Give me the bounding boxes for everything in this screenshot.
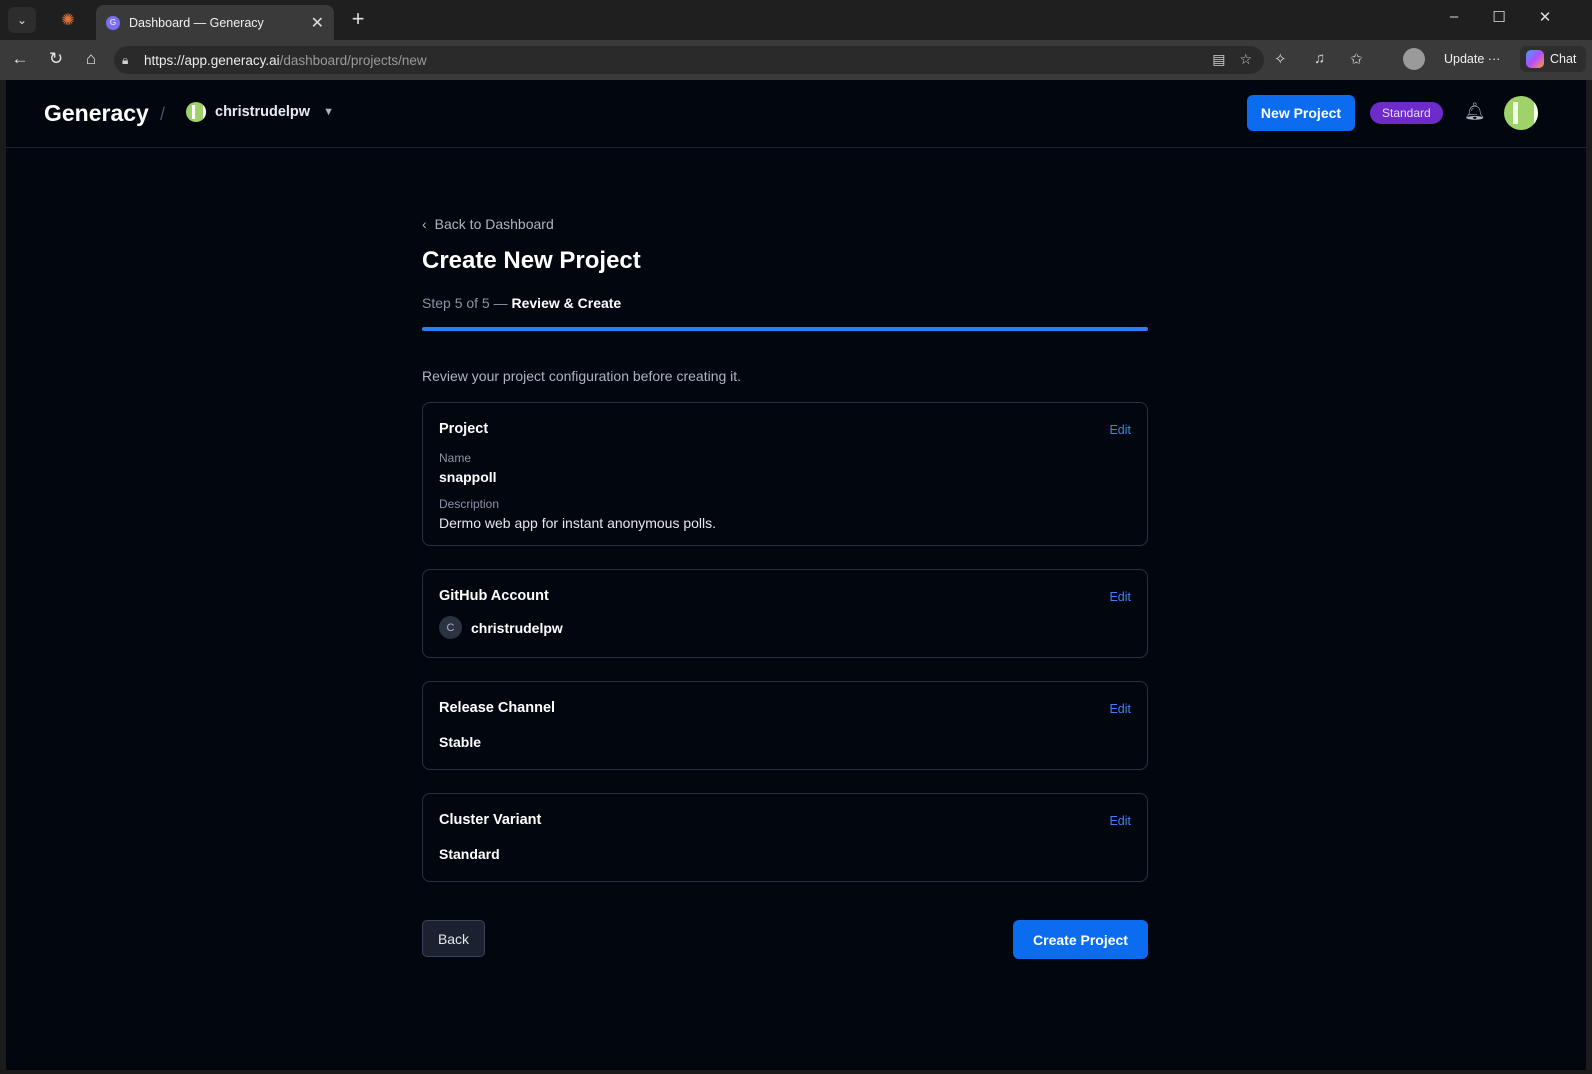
browser-update-button[interactable]: Update ··· xyxy=(1436,47,1508,71)
project-description-value: Dermo web app for instant anonymous poll… xyxy=(439,515,717,531)
form-actions: Back Create Project xyxy=(422,920,1148,960)
edit-release-channel-link[interactable]: Edit xyxy=(1109,702,1131,716)
notifications-bell-icon[interactable]: 🔔︎ xyxy=(1464,102,1486,122)
tab-list-chevron-icon[interactable]: ⌄ xyxy=(8,7,36,33)
release-channel-card: Release Channel Edit Stable xyxy=(422,681,1148,770)
window-close-icon[interactable]: ✕ xyxy=(1535,8,1555,26)
browser-tab-active[interactable]: G Dashboard — Generacy ✕ xyxy=(96,5,334,40)
browser-profile-avatar[interactable] xyxy=(1403,48,1425,70)
new-tab-plus-icon[interactable]: + xyxy=(346,8,370,32)
plan-badge: Standard xyxy=(1370,102,1443,124)
project-summary-card: Project Edit Name snappoll Description D… xyxy=(422,402,1148,546)
tab-favicon-icon: G xyxy=(106,15,120,30)
media-icon[interactable]: ♫ xyxy=(1314,50,1325,67)
lock-icon: 🔒︎ xyxy=(122,52,129,67)
github-avatar: C xyxy=(439,616,462,639)
card-title: Release Channel xyxy=(439,700,556,716)
step-progress-fill xyxy=(422,327,1148,331)
chevron-down-icon: ▼ xyxy=(323,106,334,118)
release-channel-value: Stable xyxy=(439,734,482,750)
create-project-form: ‹ Back to Dashboard Create New Project S… xyxy=(422,215,1148,882)
copilot-chat-button[interactable]: Chat xyxy=(1520,46,1587,72)
favorites-icon[interactable]: ✩ xyxy=(1350,50,1363,68)
pinned-tab-sunburst-icon[interactable]: ✺ xyxy=(54,8,82,32)
back-to-dashboard-link[interactable]: ‹ Back to Dashboard xyxy=(422,215,1148,233)
org-avatar xyxy=(186,102,206,122)
card-title: Project xyxy=(439,421,489,437)
window-minimize-icon[interactable]: – xyxy=(1444,8,1464,25)
cluster-variant-card: Cluster Variant Edit Standard xyxy=(422,793,1148,882)
org-switcher[interactable]: christrudelpw ▼ xyxy=(186,102,334,122)
edit-project-link[interactable]: Edit xyxy=(1109,423,1131,437)
description-label: Description xyxy=(439,497,500,511)
user-avatar[interactable] xyxy=(1504,96,1538,130)
chevron-left-icon: ‹ xyxy=(422,216,427,232)
chat-label: Chat xyxy=(1550,52,1577,66)
step-progress-bar xyxy=(422,327,1148,331)
browser-toolbar: ← ↻ ⌂ 🔒︎ https://app.generacy.ai/dashboa… xyxy=(0,40,1592,80)
edit-cluster-variant-link[interactable]: Edit xyxy=(1109,814,1131,828)
github-account-row: C christrudelpw xyxy=(439,616,1131,639)
browser-tab-strip: ⌄ ✺ G Dashboard — Generacy ✕ + – ☐ ✕ xyxy=(0,0,1592,40)
card-title: Cluster Variant xyxy=(439,812,542,828)
back-button[interactable]: Back xyxy=(422,920,485,957)
new-project-button[interactable]: New Project xyxy=(1247,95,1355,131)
create-project-button[interactable]: Create Project xyxy=(1013,920,1148,959)
address-bar[interactable]: 🔒︎ https://app.generacy.ai/dashboard/pro… xyxy=(114,46,1264,74)
favorite-star-icon[interactable]: ☆ xyxy=(1239,51,1252,68)
window-maximize-icon[interactable]: ☐ xyxy=(1489,8,1509,26)
github-account-card: GitHub Account Edit C christrudelpw xyxy=(422,569,1148,658)
extensions-icon[interactable]: ✧ xyxy=(1274,50,1287,68)
github-account-name: christrudelpw xyxy=(471,619,563,636)
back-link-label: Back to Dashboard xyxy=(434,216,554,232)
review-intro-text: Review your project configuration before… xyxy=(422,368,742,384)
breadcrumb-separator: / xyxy=(160,104,166,124)
card-title: GitHub Account xyxy=(439,588,549,604)
brand-logo[interactable]: Generacy xyxy=(44,100,149,127)
back-arrow-icon[interactable]: ← xyxy=(9,49,31,69)
reload-icon[interactable]: ↻ xyxy=(45,49,67,69)
copilot-icon xyxy=(1526,50,1544,68)
step-indicator: Step 5 of 5 — Review & Create xyxy=(422,295,1148,313)
org-name: christrudelpw xyxy=(215,104,311,120)
cluster-variant-value: Standard xyxy=(439,846,500,862)
reader-mode-icon[interactable]: ▤ xyxy=(1212,51,1225,68)
home-icon[interactable]: ⌂ xyxy=(80,49,102,69)
step-name: Review & Create xyxy=(511,295,622,311)
tab-title: Dashboard — Generacy xyxy=(129,15,264,30)
tab-close-icon[interactable]: ✕ xyxy=(311,13,324,33)
project-name-value: snappoll xyxy=(439,469,497,485)
url-text: https://app.generacy.ai/dashboard/projec… xyxy=(144,52,427,68)
page-title: Create New Project xyxy=(422,247,641,274)
edit-github-link[interactable]: Edit xyxy=(1109,590,1131,604)
name-label: Name xyxy=(439,451,472,465)
app-header: Generacy / christrudelpw ▼ New Project S… xyxy=(6,80,1586,148)
step-count: Step 5 of 5 — xyxy=(422,295,512,311)
app-window: Generacy / christrudelpw ▼ New Project S… xyxy=(6,80,1586,1070)
